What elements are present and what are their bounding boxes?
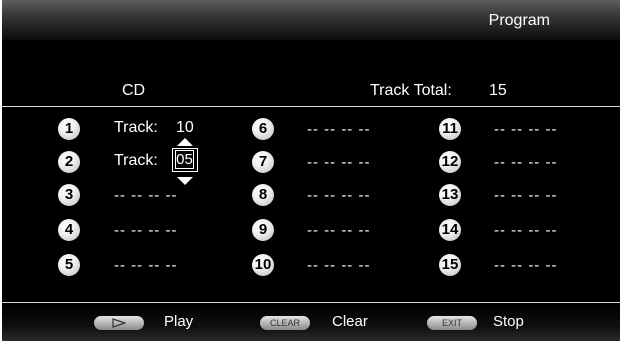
slot-number-9[interactable]: 9: [252, 219, 274, 241]
slot-2-track-label: Track:: [114, 152, 158, 169]
slot-number-11[interactable]: 11: [439, 118, 461, 140]
slot-number-7[interactable]: 7: [252, 151, 274, 173]
slot-8-empty: -- -- -- --: [307, 187, 371, 204]
play-icon: [112, 318, 127, 328]
slot-3-empty: -- -- -- --: [114, 187, 178, 204]
slot-7-empty: -- -- -- --: [307, 154, 371, 171]
slot-number-13[interactable]: 13: [439, 184, 461, 206]
slot-number-5[interactable]: 5: [58, 254, 80, 276]
slot-1-track-value[interactable]: 10: [176, 119, 194, 137]
divider-top: [2, 106, 620, 107]
slot-number-3[interactable]: 3: [58, 184, 80, 206]
slot-4-empty: -- -- -- --: [114, 222, 178, 239]
slot-13-empty: -- -- -- --: [494, 187, 558, 204]
play-button[interactable]: [94, 316, 144, 330]
slot-number-2[interactable]: 2: [58, 151, 80, 173]
source-label: CD: [122, 82, 146, 99]
decrement-arrow-icon[interactable]: [177, 177, 193, 185]
page-title: Program: [488, 12, 550, 29]
slot-number-12[interactable]: 12: [439, 151, 461, 173]
slot-6-empty: -- -- -- --: [307, 121, 371, 138]
slot-5-empty: -- -- -- --: [114, 257, 178, 274]
play-label: Play: [164, 313, 194, 330]
track-total-label: Track Total:: [370, 82, 452, 99]
slot-number-4[interactable]: 4: [58, 219, 80, 241]
clear-label: Clear: [332, 313, 368, 330]
slot-number-14[interactable]: 14: [439, 219, 461, 241]
program-screen: Program CD Track Total: 15 1 Track: 10 2…: [2, 0, 620, 341]
stop-label: Stop: [493, 313, 524, 330]
header-bar: Program: [2, 0, 620, 40]
slot-number-15[interactable]: 15: [439, 254, 461, 276]
slot-9-empty: -- -- -- --: [307, 222, 371, 239]
slot-2-track-value[interactable]: 05: [175, 150, 194, 169]
divider-bottom: [2, 302, 620, 303]
slot-number-1[interactable]: 1: [58, 118, 80, 140]
increment-arrow-icon[interactable]: [177, 138, 193, 146]
slot-10-empty: -- -- -- --: [307, 257, 371, 274]
track-total-value: 15: [489, 82, 507, 99]
slot-1-track-label: Track:: [114, 119, 158, 136]
clear-button[interactable]: CLEAR: [260, 316, 310, 330]
exit-button[interactable]: EXIT: [427, 316, 477, 330]
slot-11-empty: -- -- -- --: [494, 121, 558, 138]
slot-number-10[interactable]: 10: [252, 254, 274, 276]
slot-12-empty: -- -- -- --: [494, 154, 558, 171]
slot-14-empty: -- -- -- --: [494, 222, 558, 239]
slot-number-8[interactable]: 8: [252, 184, 274, 206]
slot-15-empty: -- -- -- --: [494, 257, 558, 274]
slot-number-6[interactable]: 6: [252, 118, 274, 140]
track-edit-field[interactable]: 05: [172, 148, 198, 172]
